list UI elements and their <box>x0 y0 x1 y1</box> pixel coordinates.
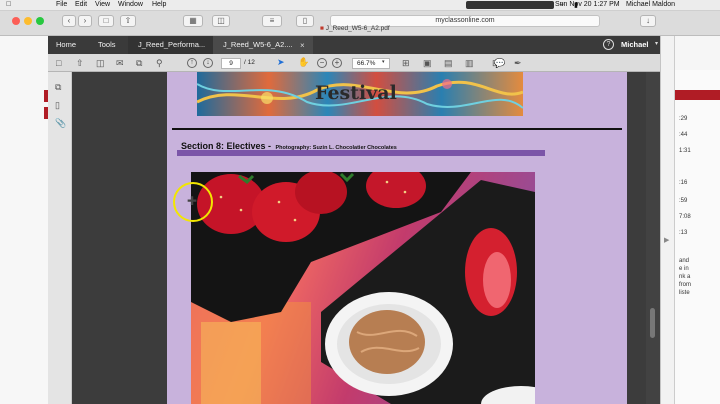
menubar-user[interactable]: Michael Maldon <box>626 1 675 8</box>
chocolate-photograph <box>191 172 535 404</box>
bg-line-10: nk a <box>679 274 691 280</box>
crosshair-cursor-icon: ✚ <box>187 194 198 208</box>
document-tab-2[interactable]: J_Reed_W5-6_A2.... <box>213 36 313 54</box>
bg-line-4: :16 <box>679 180 688 186</box>
user-menu-chevron-icon[interactable]: ▾ <box>655 40 658 47</box>
search-icon[interactable]: ⚲ <box>156 58 163 68</box>
fit-page-icon[interactable]: ▣ <box>423 58 432 68</box>
hand-icon[interactable]: ✋ <box>298 57 309 67</box>
close-icon[interactable] <box>12 17 20 25</box>
section-purple-bar <box>177 150 545 156</box>
scroll-thumb[interactable] <box>650 308 655 338</box>
rotate-icon[interactable]: ▥ <box>465 58 474 68</box>
page-total: / 12 <box>244 59 255 66</box>
page-number-input[interactable]: 9 <box>221 58 241 69</box>
menu-window[interactable]: Window <box>118 1 143 8</box>
background-window: :29 :44 1:31 :16 :59 7:08 :13 and e in n… <box>674 36 720 404</box>
prev-page-icon[interactable]: ↑ <box>187 58 197 68</box>
photo-illustration <box>191 172 535 404</box>
pages-thumbnail-icon[interactable]: ⧉ <box>55 82 61 92</box>
navigation-sidebar: ⧉ ▯ 📎 <box>48 72 72 404</box>
browser-toolbar: ‹ › □ ⇧ ▦ ◫ ≡ ▯ myclassonline.com ↓ ■ J_… <box>0 11 720 36</box>
copy-icon[interactable]: ⧉ <box>136 58 142 68</box>
left-background-window <box>0 36 48 404</box>
fit-width-icon[interactable]: ⊞ <box>402 58 410 68</box>
bookmark-panel-icon[interactable]: ▯ <box>55 100 60 110</box>
pdf-page: Festival Section 8: Electives - Photogra… <box>167 72 627 404</box>
acrobat-toolbar: □ ⇧ ◫ ✉ ⧉ ⚲ ↑ ↓ 9 / 12 ➤ ✋ − + 66.7% ▾ ⊞… <box>48 54 672 72</box>
comment-icon[interactable]: 💬 <box>494 58 505 68</box>
tab-overview-icon[interactable]: ▦ <box>183 15 203 27</box>
share-icon[interactable]: ⇧ <box>120 15 136 27</box>
pdf-title-text: J_Reed_W5-6_A2.pdf <box>325 25 390 32</box>
bg-line-2: :44 <box>679 132 688 138</box>
zoom-chevron-icon[interactable]: ▾ <box>382 59 385 65</box>
background-window-header <box>675 36 720 70</box>
menu-edit[interactable]: Edit <box>75 1 87 8</box>
bg-line-12: liste <box>679 290 690 296</box>
festival-banner-image: Festival <box>197 72 523 116</box>
help-icon[interactable]: ? <box>603 39 614 50</box>
save-icon[interactable]: □ <box>56 58 61 68</box>
home-tab[interactable]: Home <box>48 36 88 54</box>
document-viewer[interactable]: Festival Section 8: Electives - Photogra… <box>72 72 660 404</box>
status-icons <box>466 1 554 9</box>
menu-file[interactable]: File <box>56 1 67 8</box>
acrobat-app-bar: Home Tools J_Reed_Performa... J_Reed_W5-… <box>48 36 672 54</box>
bg-line-6: 7:08 <box>679 214 691 220</box>
next-page-icon[interactable]: ↓ <box>203 58 213 68</box>
close-tab-icon[interactable]: × <box>300 41 305 50</box>
minimize-icon[interactable] <box>24 17 32 25</box>
menu-bar:  File Edit View Window Help ≈ ▮ Sun Nov… <box>0 0 720 11</box>
read-mode-icon[interactable]: ▤ <box>444 58 453 68</box>
reader-icon[interactable]: ≡ <box>262 15 282 27</box>
bg-line-9: e in <box>679 266 689 272</box>
menu-view[interactable]: View <box>95 1 110 8</box>
tools-tab[interactable]: Tools <box>88 36 128 54</box>
bg-line-7: :13 <box>679 230 688 236</box>
pdf-tab-title[interactable]: ■ J_Reed_W5-6_A2.pdf <box>320 25 520 35</box>
expand-right-panel-icon[interactable]: ▶ <box>664 236 669 244</box>
print-doc-icon[interactable]: ◫ <box>96 58 105 68</box>
sign-pen-icon[interactable]: ✒ <box>514 58 522 68</box>
bg-line-8: and <box>679 258 690 264</box>
document-tab-1[interactable]: J_Reed_Performa... <box>128 36 218 54</box>
section-divider <box>172 128 622 130</box>
upload-icon[interactable]: ⇧ <box>76 58 84 68</box>
zoom-in-icon[interactable]: + <box>332 58 342 68</box>
forward-button[interactable]: › <box>78 15 92 27</box>
vertical-scrollbar[interactable] <box>646 72 660 404</box>
bg-line-11: from <box>679 282 691 288</box>
user-name[interactable]: Michael <box>621 40 649 49</box>
menu-help[interactable]: Help <box>152 1 166 8</box>
zoom-out-icon[interactable]: − <box>317 58 327 68</box>
bg-line-5: :59 <box>679 198 688 204</box>
pdf-icon: ■ <box>320 25 324 32</box>
print-icon[interactable]: ◫ <box>212 15 230 27</box>
bg-line-3: 1:31 <box>679 148 691 154</box>
festival-text: Festival <box>315 82 397 104</box>
bg-line-1: :29 <box>679 116 688 122</box>
zoom-icon[interactable] <box>36 17 44 25</box>
attachment-icon[interactable]: 📎 <box>55 118 66 128</box>
back-button[interactable]: ‹ <box>62 15 76 27</box>
downloads-icon[interactable]: ↓ <box>640 15 656 27</box>
background-red-bar <box>675 90 720 100</box>
right-panel-strip: ▶ <box>660 36 674 404</box>
select-cursor-icon[interactable]: ➤ <box>277 57 285 67</box>
sidebar-toggle-icon[interactable]: □ <box>98 15 114 27</box>
clock[interactable]: Sun Nov 20 1:27 PM <box>555 1 620 8</box>
bookmark-icon[interactable]: ▯ <box>296 15 314 27</box>
apple-icon[interactable]:  <box>6 1 11 8</box>
email-icon[interactable]: ✉ <box>116 58 124 68</box>
